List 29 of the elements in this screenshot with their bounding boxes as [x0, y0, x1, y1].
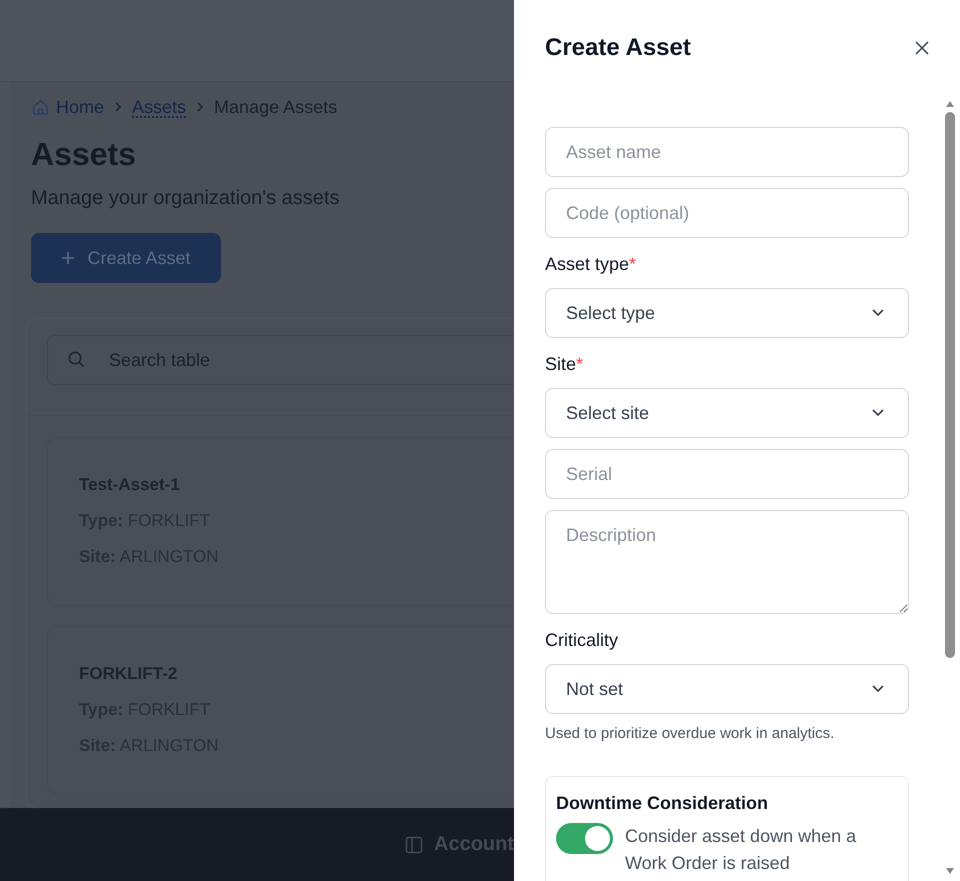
select-field[interactable]: Select type — [545, 288, 909, 338]
chevron-down-icon — [872, 409, 884, 417]
section-title: Downtime Consideration — [556, 793, 770, 814]
select-field[interactable]: Select site — [545, 388, 909, 438]
chevron-right-icon — [195, 102, 206, 112]
field-label: Asset type* — [545, 254, 638, 275]
text-field[interactable]: Code (optional) — [545, 188, 909, 238]
plus-icon — [61, 251, 76, 265]
text-field[interactable]: Asset name — [545, 127, 909, 177]
select-field[interactable]: Not set — [545, 664, 909, 714]
toggle-switch[interactable] — [556, 823, 613, 854]
toggle-label: Consider asset down when a Work Order is raised — [625, 825, 858, 875]
chevron-down-icon — [872, 685, 884, 693]
sidebar-icon[interactable] — [405, 836, 423, 854]
scroll-down-icon[interactable] — [945, 867, 955, 875]
breadcrumb-link[interactable]: Home — [56, 96, 104, 118]
create-asset-button[interactable]: Create Asset — [31, 233, 221, 283]
textarea-field[interactable]: Description — [545, 510, 909, 614]
scroll-up-icon[interactable] — [945, 100, 955, 108]
help-text: Used to prioritize overdue work in analytics. — [545, 725, 836, 742]
field-label: Site* — [545, 354, 584, 375]
text-field[interactable]: Serial — [545, 449, 909, 499]
close-icon[interactable] — [914, 40, 930, 56]
field-label: Criticality — [545, 630, 620, 651]
chevron-down-icon — [872, 309, 884, 317]
drawer-title: Create Asset — [545, 34, 691, 62]
scrollbar-thumb[interactable] — [945, 112, 955, 658]
chevron-right-icon — [113, 102, 124, 112]
breadcrumb-link[interactable]: Assets — [132, 96, 186, 118]
